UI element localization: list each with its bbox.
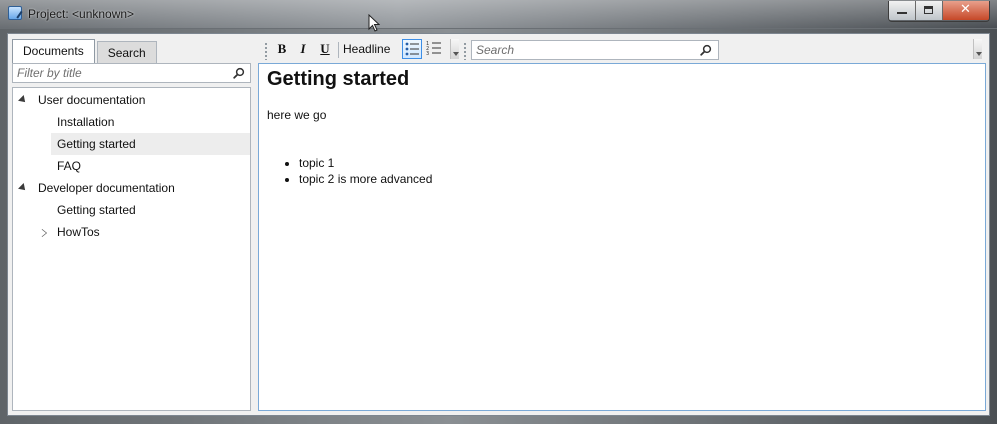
tree-item-label: FAQ: [57, 159, 82, 173]
bullet-list: topic 1 topic 2 is more advanced: [287, 155, 432, 187]
svg-text:3: 3: [426, 51, 429, 57]
tree-item-label: Installation: [57, 115, 115, 129]
numbered-list-button[interactable]: 1 2 3: [424, 39, 444, 59]
tree-item-label: Developer documentation: [38, 181, 175, 195]
maximize-button[interactable]: [916, 1, 943, 20]
close-icon: ✕: [960, 2, 971, 17]
list-item: topic 2 is more advanced: [299, 171, 432, 187]
document-tree: User documentation Installation Getting …: [12, 87, 251, 411]
document-paragraph: here we go: [267, 108, 327, 122]
editor-pane: B I U Headline 1 2 3 Search Getting star…: [257, 34, 989, 415]
edit-document-icon: [8, 6, 22, 20]
expand-arrow-icon[interactable]: [18, 183, 28, 193]
bullet-list-icon: [405, 42, 419, 56]
tree-item-label: User documentation: [38, 93, 146, 107]
italic-button[interactable]: I: [293, 39, 313, 59]
tree-item-developer-documentation[interactable]: Developer documentation: [13, 177, 250, 199]
tree-item-label: HowTos: [57, 225, 100, 239]
collapse-arrow-icon[interactable]: [41, 229, 46, 237]
underline-button[interactable]: U: [315, 39, 335, 59]
tree-item-label: Getting started: [57, 137, 136, 151]
navigation-tabs: Documents Search: [12, 39, 159, 63]
toolbar-grip[interactable]: [463, 42, 467, 60]
document-editor[interactable]: Getting started here we go topic 1 topic…: [258, 63, 986, 411]
search-icon[interactable]: [700, 44, 712, 56]
application-window: Project: <unknown> ✕ Documents Search Fi…: [0, 0, 997, 424]
window-controls: ✕: [888, 1, 990, 22]
tree-item-label: Getting started: [57, 203, 136, 217]
mouse-pointer-icon: [368, 14, 380, 32]
minimize-button[interactable]: [889, 1, 916, 20]
document-heading: Getting started: [267, 68, 410, 90]
tree-item-getting-started-selected[interactable]: Getting started: [51, 133, 250, 155]
navigation-pane: Documents Search User documentation Inst…: [8, 34, 255, 415]
title-bar[interactable]: Project: <unknown> ✕: [0, 0, 997, 32]
close-button[interactable]: ✕: [943, 1, 989, 20]
toolbar-grip[interactable]: [264, 42, 268, 60]
headline-button[interactable]: Headline: [343, 39, 390, 59]
search-icon[interactable]: [233, 67, 245, 79]
window-title: Project: <unknown>: [28, 7, 135, 21]
tree-item-faq[interactable]: FAQ: [13, 155, 250, 177]
search-box[interactable]: [471, 40, 719, 60]
expand-arrow-icon[interactable]: [18, 95, 28, 105]
tree-item-user-documentation[interactable]: User documentation: [13, 89, 250, 111]
filter-box[interactable]: [12, 63, 251, 83]
bold-button[interactable]: B: [272, 39, 292, 59]
formatting-toolbar: B I U Headline 1 2 3: [257, 36, 985, 64]
tree-item-installation[interactable]: Installation: [13, 111, 250, 133]
tree-item-howtos[interactable]: HowTos: [13, 221, 250, 243]
toolbar-overflow-button[interactable]: [450, 39, 459, 59]
maximize-icon: [924, 6, 933, 14]
minimize-icon: [897, 12, 907, 14]
bullet-list-button[interactable]: [402, 39, 422, 59]
tab-search[interactable]: Search: [96, 41, 157, 63]
list-item: topic 1: [299, 155, 432, 171]
filter-input[interactable]: [13, 64, 225, 82]
numbered-list-icon: 1 2 3: [426, 41, 441, 57]
tab-documents[interactable]: Documents: [12, 39, 95, 63]
document-search-input[interactable]: [472, 41, 694, 59]
tree-item-developer-getting-started[interactable]: Getting started: [13, 199, 250, 221]
main-content: Documents Search User documentation Inst…: [7, 33, 990, 416]
toolbar-overflow-button[interactable]: [973, 39, 982, 59]
toolbar-separator: [338, 42, 339, 58]
